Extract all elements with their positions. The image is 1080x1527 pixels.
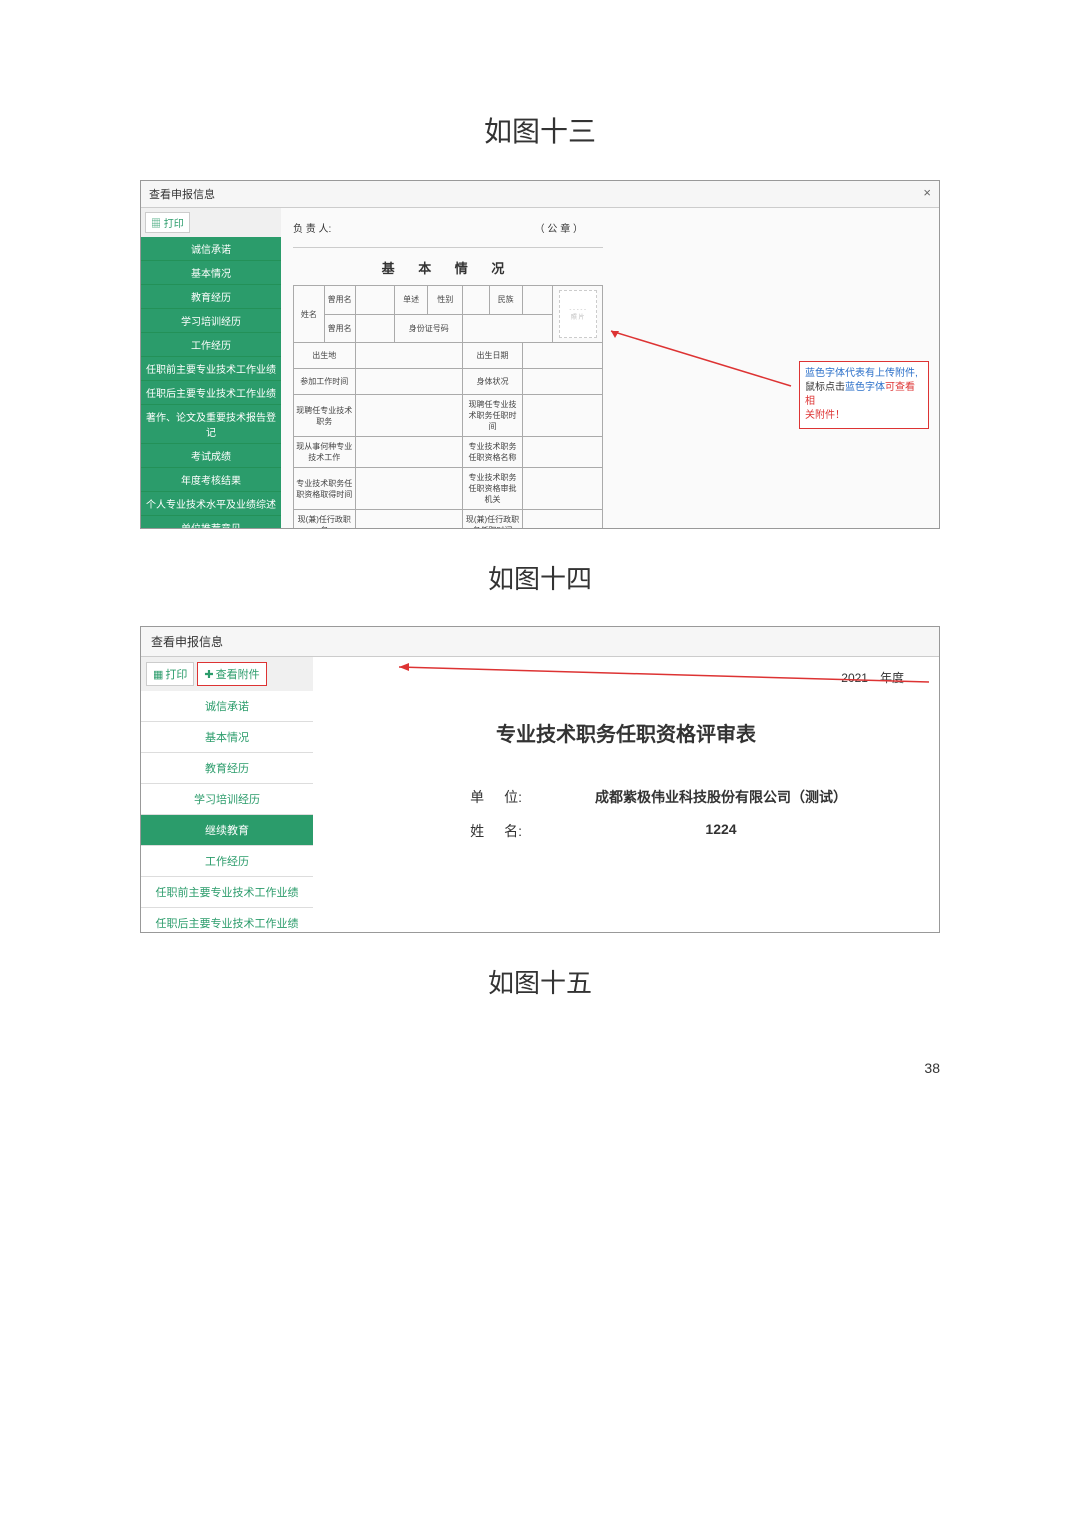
ethnic-label: 民族 [489, 286, 522, 315]
photo-hint-1: - - - - - [569, 306, 586, 314]
window-title-13: 查看申报信息 [149, 189, 215, 201]
year-row: 2021 年度 [338, 669, 914, 686]
sidebar-item[interactable]: 任职前主要专业技术工作业绩 [141, 877, 313, 908]
birthplace-label: 出生地 [294, 343, 356, 369]
window-title-14: 查看申报信息 [151, 635, 223, 649]
sidebar-item[interactable]: 单位推荐意见 [141, 516, 281, 528]
admindate-label: 现(兼)任行政职务任职时间 [463, 510, 522, 529]
sidebar-item[interactable]: 著作、论文及重要技术报告登记 [141, 405, 281, 444]
side-note-13: 蓝色字体代表有上传附件, 鼠标点击蓝色字体可查看相 关附件！ [799, 361, 929, 429]
page-number: 38 [140, 1060, 940, 1076]
sidebar-item[interactable]: 继续教育 [141, 815, 313, 846]
health-label: 身体状况 [463, 369, 522, 395]
caption-15: 如图十五 [140, 963, 940, 1000]
alias-label: 单述 [395, 286, 428, 315]
sidebar-item[interactable]: 年度考核结果 [141, 468, 281, 492]
sidebar-item[interactable]: 教育经历 [141, 285, 281, 309]
sidebar-item[interactable]: 诚信承诺 [141, 691, 313, 722]
close-icon[interactable]: × [923, 185, 931, 200]
admin-label: 现(兼)任行政职务 [294, 510, 356, 529]
sidebar-13: ▦ 打印 诚信承诺基本情况教育经历学习培训经历工作经历任职前主要专业技术工作业绩… [141, 208, 281, 528]
name-label-b: 名: [504, 823, 522, 839]
sidebar-item[interactable]: 工作经历 [141, 846, 313, 877]
curwork-label: 现从事何种专业技术工作 [294, 437, 356, 468]
caption-14: 如图十四 [140, 559, 940, 596]
photo-hint-2: 照 片 [571, 314, 585, 322]
responsible-row: 负 责 人: （ 公 章 ） [293, 216, 603, 248]
sidebar-item[interactable]: 基本情况 [141, 261, 281, 285]
note-line-2a: 鼠标点击 [805, 382, 845, 393]
sidebar-item[interactable]: 任职后主要专业技术工作业绩 [141, 381, 281, 405]
stamp-label: （ 公 章 ） [535, 220, 583, 235]
qualorg-label: 专业技术职务任职资格审批机关 [463, 468, 522, 510]
sidebar-item[interactable]: 基本情况 [141, 722, 313, 753]
sidebar-item[interactable]: 任职前主要专业技术工作业绩 [141, 357, 281, 381]
section-title: 基 本 情 况 [293, 258, 603, 277]
window-titlebar-14: 查看申报信息 [141, 627, 939, 657]
content-14: 2021 年度 专业技术职务任职资格评审表 单位: 成都紫极伟业科技股份有限公司… [313, 657, 939, 932]
name-label-a: 姓 [470, 823, 504, 839]
unit-label-a: 单 [470, 789, 504, 805]
unit-value: 成都紫极伟业科技股份有限公司（测试） [528, 787, 914, 807]
sidebar-item[interactable]: 学习培训经历 [141, 784, 313, 815]
print-label: 打印 [165, 666, 187, 682]
unit-row: 单位: 成都紫极伟业科技股份有限公司（测试） [338, 787, 914, 807]
used-name-label: 曾用名 [324, 286, 355, 315]
basic-info-table: 姓名 曾用名 单述 性别 民族 - - - - - 照 片 [293, 285, 603, 528]
photo-cell: - - - - - 照 片 [553, 286, 603, 343]
view-attachment-button[interactable]: ✚查看附件 [197, 662, 266, 686]
name-value: 1224 [528, 821, 914, 837]
note-line-1: 蓝色字体代表有上传附件, [805, 368, 918, 379]
caption-13: 如图十三 [140, 110, 940, 150]
attachment-label: 查看附件 [216, 666, 260, 682]
responsible-label: 负 责 人: [293, 220, 331, 235]
year-value: 2021 [841, 671, 868, 685]
curtitle-label: 现聘任专业技术职务 [294, 395, 356, 437]
qualname-label: 专业技术职务任职资格名称 [463, 437, 522, 468]
sidebar-item[interactable]: 工作经历 [141, 333, 281, 357]
figure-14: 查看申报信息 ▦打印 ✚查看附件 诚信承诺基本情况教育经历学习培训经历继续教育工… [140, 626, 940, 933]
window-titlebar-13: 查看申报信息 × [141, 181, 939, 208]
id-no-label[interactable]: 身份证号码 [395, 314, 463, 343]
sidebar-item[interactable]: 任职后主要专业技术工作业绩 [141, 908, 313, 932]
form-title: 专业技术职务任职资格评审表 [338, 718, 914, 747]
qualdate-label: 专业技术职务任职资格取得时间 [294, 468, 356, 510]
curtitledate-label: 现聘任专业技术职务任职时间 [463, 395, 522, 437]
figure-13: 查看申报信息 × ▦ 打印 诚信承诺基本情况教育经历学习培训经历工作经历任职前主… [140, 180, 940, 529]
note-line-3: 关附件！ [805, 410, 845, 421]
sidebar-14: ▦打印 ✚查看附件 诚信承诺基本情况教育经历学习培训经历继续教育工作经历任职前主… [141, 657, 313, 932]
sidebar-item[interactable]: 考试成绩 [141, 444, 281, 468]
toolbar-14: ▦打印 ✚查看附件 [141, 657, 313, 691]
unit-label-b: 位: [504, 789, 522, 805]
workstart-label: 参加工作时间 [294, 369, 356, 395]
name-label: 姓名 [294, 286, 325, 343]
name-row: 姓名: 1224 [338, 821, 914, 841]
sidebar-item[interactable]: 教育经历 [141, 753, 313, 784]
print-button[interactable]: ▦ 打印 [145, 212, 190, 233]
birthdate-label: 出生日期 [463, 343, 522, 369]
sidebar-item[interactable]: 个人专业技术水平及业绩综述 [141, 492, 281, 516]
gender-label: 性别 [428, 286, 463, 315]
sidebar-item[interactable]: 诚信承诺 [141, 237, 281, 261]
note-line-2b: 蓝色字体 [845, 382, 885, 393]
sidebar-item[interactable]: 学习培训经历 [141, 309, 281, 333]
print-label: 打印 [164, 219, 184, 230]
print-button[interactable]: ▦打印 [146, 662, 194, 686]
former-name-label: 曾用名 [324, 314, 355, 343]
year-suffix: 年度 [880, 671, 904, 685]
